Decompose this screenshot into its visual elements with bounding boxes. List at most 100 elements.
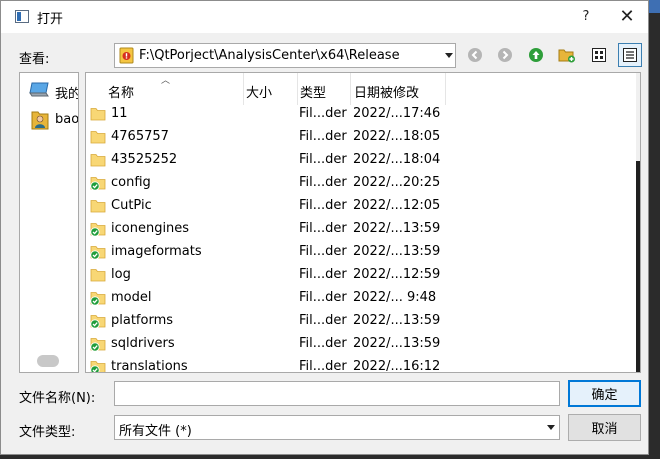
- file-type: Fil...der: [299, 359, 347, 373]
- folder-icon: [90, 269, 106, 282]
- file-name: platforms: [111, 313, 174, 328]
- file-date-modified: 2022/...13:59: [353, 336, 441, 351]
- back-button[interactable]: [463, 43, 487, 67]
- folder-icon: [90, 361, 106, 372]
- new-folder-button[interactable]: [555, 43, 579, 67]
- forward-arrow-icon: [498, 48, 512, 62]
- table-row[interactable]: sqldrivers Fil...der 2022/...13:59: [86, 333, 636, 356]
- forward-button[interactable]: [493, 43, 517, 67]
- file-date-modified: 2022/...17:46: [353, 106, 441, 121]
- file-type: Fil...der: [299, 129, 347, 144]
- table-row[interactable]: iconengines Fil...der 2022/...13:59: [86, 218, 636, 241]
- column-header-size[interactable]: 大小: [244, 73, 298, 105]
- table-row[interactable]: config Fil...der 2022/...20:25: [86, 172, 636, 195]
- table-row[interactable]: 4765757 Fil...der 2022/...18:05: [86, 126, 636, 149]
- sidebar-item-label: bao: [55, 112, 79, 127]
- sidebar-item-user[interactable]: bao: [20, 109, 79, 131]
- file-type: Fil...der: [299, 313, 347, 328]
- file-name: 4765757: [111, 129, 169, 144]
- file-name-label: 文件名称(N):: [19, 391, 96, 406]
- help-button[interactable]: ?: [574, 5, 598, 29]
- file-type: Fil...der: [299, 221, 347, 236]
- scrollbar-thumb[interactable]: [636, 161, 640, 372]
- file-name-input[interactable]: [114, 381, 560, 406]
- file-type: Fil...der: [299, 198, 347, 213]
- open-file-dialog: 打开 ? ✕ 查看: F:\QtPorject\AnalysisCenter\x…: [0, 0, 649, 455]
- file-type: Fil...der: [299, 244, 347, 259]
- look-in-combobox[interactable]: F:\QtPorject\AnalysisCenter\x64\Release: [114, 43, 456, 68]
- file-type: Fil...der: [299, 175, 347, 190]
- column-header-name[interactable]: 名称: [86, 73, 244, 105]
- detail-view-button[interactable]: [618, 43, 642, 67]
- list-header: ︿ 名称 大小 类型 日期被修改: [86, 73, 640, 105]
- table-row[interactable]: imageformats Fil...der 2022/...13:59: [86, 241, 636, 264]
- folder-icon: [90, 223, 106, 236]
- file-date-modified: 2022/...18:05: [353, 129, 441, 144]
- file-type: Fil...der: [299, 106, 347, 121]
- folder-icon: [90, 315, 106, 328]
- folder-icon: [90, 131, 106, 144]
- file-date-modified: 2022/...12:59: [353, 267, 441, 282]
- column-header-label: 类型: [300, 86, 327, 101]
- file-name: 43525252: [111, 152, 178, 167]
- look-in-path: F:\QtPorject\AnalysisCenter\x64\Release: [139, 48, 400, 63]
- file-name: iconengines: [111, 221, 190, 236]
- sidebar: 我的 bao: [19, 72, 79, 373]
- column-header-label: 大小: [246, 86, 273, 101]
- scrollbar-thumb[interactable]: [37, 355, 59, 367]
- back-arrow-icon: [468, 48, 482, 62]
- file-date-modified: 2022/...13:59: [353, 244, 441, 259]
- file-list[interactable]: ︿ 名称 大小 类型 日期被修改 11 Fil...der 2022/...17:4…: [85, 72, 641, 373]
- table-row[interactable]: platforms Fil...der 2022/...13:59: [86, 310, 636, 333]
- file-type: Fil...der: [299, 267, 347, 282]
- table-row[interactable]: translations Fil...der 2022/...16:12: [86, 356, 636, 373]
- window-icon: [15, 10, 29, 23]
- background-window-edge: [649, 0, 660, 459]
- sidebar-item-label: 我的: [55, 87, 79, 102]
- up-arrow-icon: [529, 48, 543, 62]
- list-view-button[interactable]: [587, 43, 611, 67]
- file-name: translations: [111, 359, 188, 373]
- file-type: Fil...der: [299, 152, 347, 167]
- table-row[interactable]: model Fil...der 2022/... 9:48: [86, 287, 636, 310]
- parent-directory-button[interactable]: [524, 43, 548, 67]
- file-date-modified: 2022/...12:05: [353, 198, 441, 213]
- file-type-combobox[interactable]: 所有文件 (*): [114, 415, 560, 440]
- column-header-label: 日期被修改: [354, 86, 420, 101]
- file-date-modified: 2022/...13:59: [353, 313, 441, 328]
- detail-view-icon: [623, 48, 637, 62]
- computer-icon: [29, 82, 49, 97]
- table-row[interactable]: log Fil...der 2022/...12:59: [86, 264, 636, 287]
- folder-icon: [90, 246, 106, 259]
- folder-icon: [90, 177, 106, 190]
- sidebar-scrollbar[interactable]: [20, 352, 78, 372]
- chevron-down-icon: [445, 53, 453, 58]
- table-row[interactable]: 11 Fil...der 2022/...17:46: [86, 103, 636, 126]
- file-name: 11: [111, 106, 128, 121]
- window-title: 打开: [37, 12, 64, 27]
- file-name: log: [111, 267, 131, 282]
- file-list-scrollbar[interactable]: [636, 73, 640, 372]
- sidebar-item-computer[interactable]: 我的: [20, 80, 79, 102]
- folder-icon: [90, 200, 106, 213]
- folder-icon: [90, 292, 106, 305]
- folder-icon: [90, 338, 106, 351]
- file-type-label: 文件类型:: [19, 425, 76, 440]
- title-bar: 打开 ? ✕: [1, 1, 648, 33]
- close-button[interactable]: ✕: [613, 5, 641, 29]
- table-row[interactable]: 43525252 Fil...der 2022/...18:04: [86, 149, 636, 172]
- column-header-label: 名称: [108, 86, 135, 101]
- table-row[interactable]: CutPic Fil...der 2022/...12:05: [86, 195, 636, 218]
- ok-button[interactable]: 确定: [568, 380, 641, 407]
- column-header-type[interactable]: 类型: [298, 73, 351, 105]
- file-date-modified: 2022/...18:04: [353, 152, 441, 167]
- column-header-date-modified[interactable]: 日期被修改: [351, 73, 446, 105]
- file-type: Fil...der: [299, 290, 347, 305]
- file-date-modified: 2022/...13:59: [353, 221, 441, 236]
- new-folder-icon: [558, 49, 575, 63]
- file-date-modified: 2022/... 9:48: [353, 290, 437, 305]
- cancel-button[interactable]: 取消: [568, 414, 641, 441]
- file-type-value: 所有文件 (*): [119, 424, 192, 439]
- file-date-modified: 2022/...16:12: [353, 359, 441, 373]
- file-name: sqldrivers: [111, 336, 175, 351]
